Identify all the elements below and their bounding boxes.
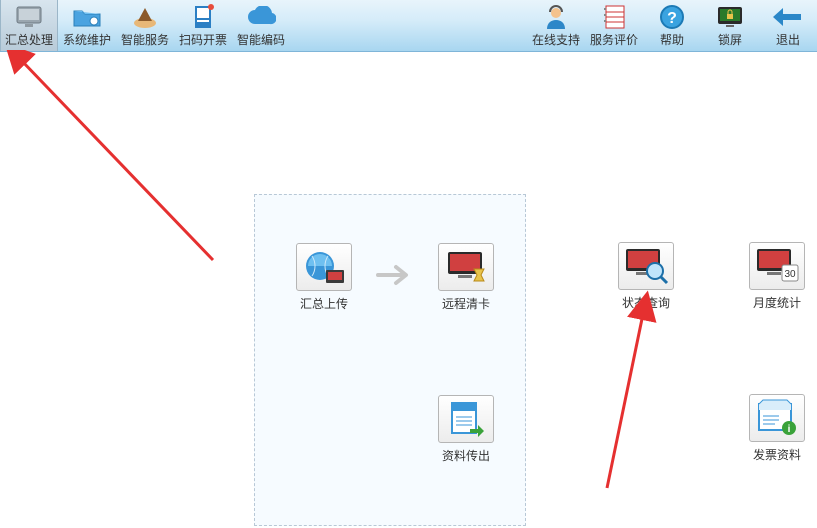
app-label: 发票资料 <box>744 446 810 463</box>
toolbar-label: 帮助 <box>660 31 684 48</box>
toolbar-label: 服务评价 <box>590 31 638 48</box>
toolbar-label: 扫码开票 <box>179 31 227 48</box>
smart-service-icon <box>130 4 160 30</box>
monitor-icon <box>14 4 44 30</box>
annotation-arrow-1 <box>3 50 233 270</box>
app-label: 资料传出 <box>433 447 499 464</box>
cloud-icon <box>246 4 276 30</box>
lock-screen-icon <box>715 4 745 30</box>
svg-text:30: 30 <box>784 269 796 280</box>
summary-upload-button[interactable]: 汇总上传 <box>291 243 357 312</box>
flow-arrow-icon <box>376 263 416 292</box>
summary-panel: 汇总上传 远程清卡 资料传出 <box>254 194 526 526</box>
toolbar-label: 退出 <box>776 31 800 48</box>
toolbar-scan-invoice[interactable]: 扫码开票 <box>174 0 232 51</box>
monthly-stats-button[interactable]: 30 月度统计 <box>744 242 810 311</box>
toolbar-smart-code[interactable]: 智能编码 <box>232 0 290 51</box>
toolbar-smart-service[interactable]: 智能服务 <box>116 0 174 51</box>
globe-upload-icon <box>296 243 352 291</box>
main-toolbar: 汇总处理 系统维护 智能服务 扫码开票 智能编码 <box>0 0 817 52</box>
invoice-data-button[interactable]: i 发票资料 <box>744 394 810 463</box>
exit-arrow-icon <box>773 4 803 30</box>
notebook-icon <box>599 4 629 30</box>
toolbar-help[interactable]: ? 帮助 <box>643 0 701 51</box>
toolbar-label: 智能编码 <box>237 31 285 48</box>
scan-icon <box>188 4 218 30</box>
toolbar-exit[interactable]: 退出 <box>759 0 817 51</box>
status-query-button[interactable]: 状态查询 <box>613 242 679 311</box>
document-export-icon <box>438 395 494 443</box>
toolbar-summary-processing[interactable]: 汇总处理 <box>0 0 58 51</box>
toolbar-label: 智能服务 <box>121 31 169 48</box>
toolbar-online-support[interactable]: 在线支持 <box>527 0 585 51</box>
toolbar-lock-screen[interactable]: 锁屏 <box>701 0 759 51</box>
app-label: 月度统计 <box>744 294 810 311</box>
support-person-icon <box>541 4 571 30</box>
monitor-calendar-icon: 30 <box>749 242 805 290</box>
folder-gear-icon <box>72 4 102 30</box>
toolbar-label: 锁屏 <box>718 31 742 48</box>
toolbar-label: 汇总处理 <box>5 31 53 48</box>
svg-text:?: ? <box>667 10 677 27</box>
app-label: 远程清卡 <box>433 295 499 312</box>
toolbar-label: 在线支持 <box>532 31 580 48</box>
toolbar-label: 系统维护 <box>63 31 111 48</box>
monitor-hourglass-icon <box>438 243 494 291</box>
remote-clear-card-button[interactable]: 远程清卡 <box>433 243 499 312</box>
data-export-button[interactable]: 资料传出 <box>433 395 499 464</box>
toolbar-system-maintenance[interactable]: 系统维护 <box>58 0 116 51</box>
workspace: 汇总上传 远程清卡 资料传出 状态查询 30 月度统计 <box>0 52 817 528</box>
app-label: 状态查询 <box>613 294 679 311</box>
invoice-data-icon: i <box>749 394 805 442</box>
svg-text:i: i <box>788 424 791 435</box>
help-icon: ? <box>657 4 687 30</box>
monitor-search-icon <box>618 242 674 290</box>
app-label: 汇总上传 <box>291 295 357 312</box>
toolbar-service-review[interactable]: 服务评价 <box>585 0 643 51</box>
